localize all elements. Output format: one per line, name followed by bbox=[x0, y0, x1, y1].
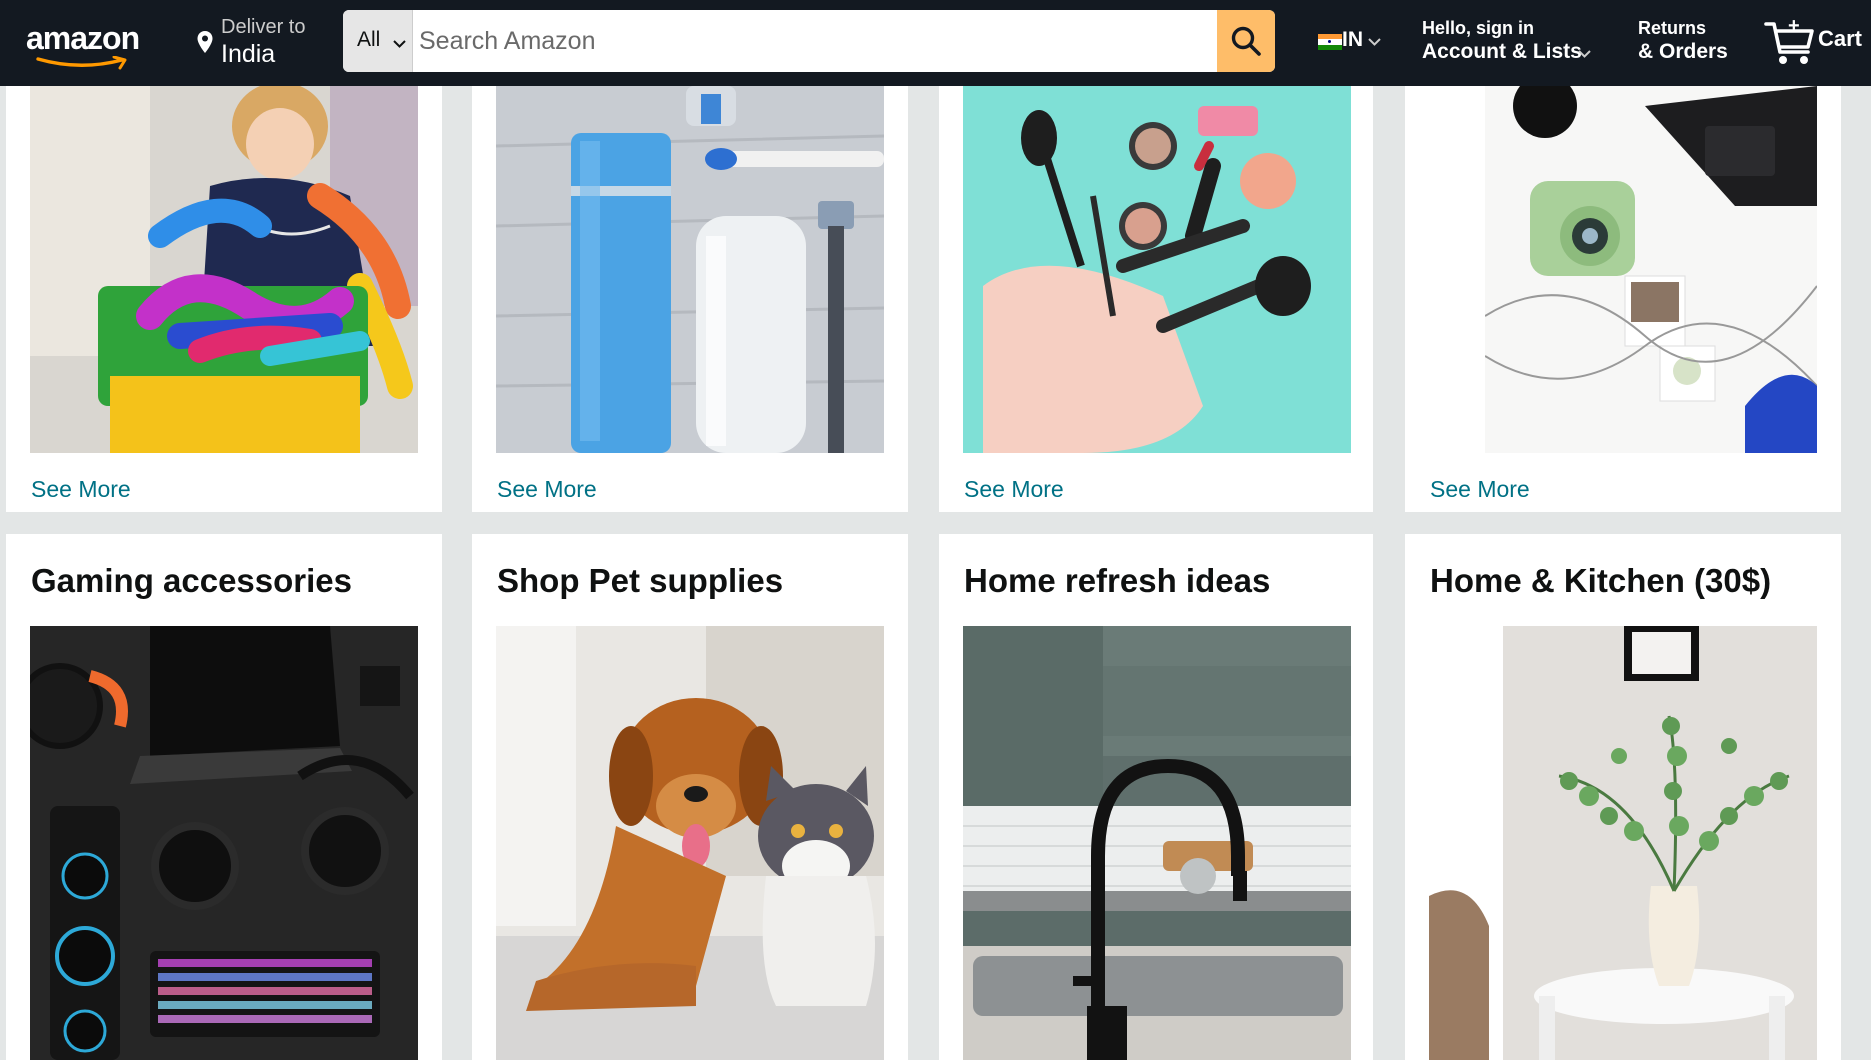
top-nav-bar: amazon Deliver to India All Search Amazo… bbox=[0, 0, 1871, 86]
orders-label: & Orders bbox=[1638, 40, 1728, 63]
gaming-setup-photo[interactable] bbox=[30, 626, 418, 1060]
returns-label: Returns bbox=[1638, 18, 1707, 38]
category-card: See More bbox=[939, 86, 1373, 512]
chevron-down-icon bbox=[1578, 50, 1591, 58]
logo-smile-icon bbox=[36, 56, 127, 70]
see-more-link[interactable]: See More bbox=[497, 476, 597, 503]
vase-plant-photo[interactable] bbox=[1429, 626, 1817, 1060]
returns-and-orders[interactable]: Returns & Orders bbox=[1638, 16, 1734, 70]
location-pin-icon bbox=[197, 31, 213, 53]
search-category-label: All bbox=[357, 28, 381, 51]
card-title: Gaming accessories bbox=[31, 562, 353, 599]
category-card: Home refresh ideas bbox=[939, 534, 1373, 1060]
card-title: Home & Kitchen (30$) bbox=[1430, 562, 1772, 599]
kids-toys-photo[interactable] bbox=[30, 86, 418, 453]
sign-in-greeting: Hello, sign in bbox=[1422, 18, 1535, 38]
search-icon bbox=[1231, 26, 1261, 56]
dog-and-cat-photo[interactable] bbox=[496, 626, 884, 1060]
logo-wordmark: amazon bbox=[26, 20, 140, 56]
makeup-photo[interactable] bbox=[963, 86, 1351, 453]
category-card: Shop Pet supplies bbox=[472, 534, 908, 1060]
amazon-logo[interactable]: amazon bbox=[24, 18, 152, 70]
search-input[interactable] bbox=[413, 10, 1215, 72]
account-and-lists[interactable]: Hello, sign in Account & Lists bbox=[1422, 16, 1598, 70]
see-more-link[interactable]: See More bbox=[1430, 476, 1530, 503]
category-card: See More bbox=[472, 86, 908, 512]
deliver-to-label: Deliver to bbox=[221, 16, 306, 38]
deliver-country: India bbox=[221, 40, 276, 68]
language-code: IN bbox=[1342, 28, 1363, 51]
language-selector[interactable]: IN bbox=[1318, 28, 1382, 58]
chevron-down-icon bbox=[393, 40, 406, 48]
see-more-link[interactable]: See More bbox=[31, 476, 131, 503]
category-card: See More bbox=[6, 86, 442, 512]
cart-icon: + bbox=[1764, 18, 1814, 64]
category-card: See More bbox=[1405, 86, 1841, 512]
personal-care-photo[interactable] bbox=[496, 86, 884, 453]
category-card: Home & Kitchen (30$) bbox=[1405, 534, 1841, 1060]
search-category-dropdown[interactable]: All bbox=[343, 10, 413, 72]
cart-label: Cart bbox=[1818, 26, 1863, 51]
cart-button[interactable]: + Cart bbox=[1762, 16, 1870, 72]
category-card: Gaming accessories bbox=[6, 534, 442, 1060]
card-title: Home refresh ideas bbox=[964, 562, 1271, 599]
india-flag-icon bbox=[1318, 34, 1342, 50]
deliver-to-location[interactable]: Deliver to India bbox=[194, 14, 324, 70]
search-button[interactable] bbox=[1217, 10, 1275, 72]
search-bar: All bbox=[343, 10, 1275, 72]
svg-text:+: + bbox=[1788, 18, 1800, 37]
chevron-down-icon bbox=[1368, 38, 1381, 46]
card-title: Shop Pet supplies bbox=[497, 562, 784, 599]
instant-camera-photo[interactable] bbox=[1485, 86, 1817, 453]
see-more-link[interactable]: See More bbox=[964, 476, 1064, 503]
kitchen-faucet-photo[interactable] bbox=[963, 626, 1351, 1060]
account-lists-label: Account & Lists bbox=[1422, 40, 1582, 63]
